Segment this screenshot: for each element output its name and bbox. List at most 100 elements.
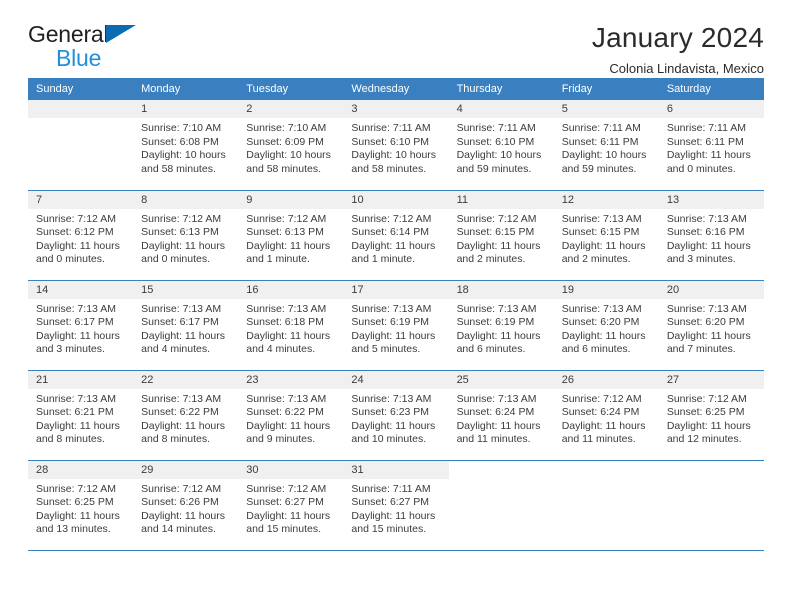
day-number: 10 [343,190,449,209]
day-number [553,460,659,479]
daylight-text-line2: and 58 minutes. [141,162,216,175]
day-cell[interactable]: 23 Sunrise: 7:13 AM Sunset: 6:22 PM Dayl… [238,370,344,461]
day-cell[interactable]: 8 Sunrise: 7:12 AM Sunset: 6:13 PM Dayli… [133,190,239,281]
day-cell[interactable]: 9 Sunrise: 7:12 AM Sunset: 6:13 PM Dayli… [238,190,344,281]
day-number: 25 [448,370,554,389]
daylight-text-line2: and 8 minutes. [141,433,211,446]
calendar-grid: Sunday Monday Tuesday Wednesday Thursday… [28,78,764,551]
daylight-text-line2: and 58 minutes. [246,162,321,175]
sunrise-text: Sunrise: 7:13 AM [351,302,432,315]
day-number: 8 [133,190,239,209]
day-cell[interactable]: 2 Sunrise: 7:10 AM Sunset: 6:09 PM Dayli… [238,100,344,191]
sunrise-text: Sunrise: 7:11 AM [561,122,641,134]
day-number: 4 [448,100,554,118]
sunset-text: Sunset: 6:16 PM [666,226,745,239]
sunrise-text: Sunrise: 7:13 AM [666,302,747,315]
day-cell[interactable]: 31 Sunrise: 7:11 AM Sunset: 6:27 PM Dayl… [343,460,449,551]
day-cell[interactable]: 15 Sunrise: 7:13 AM Sunset: 6:17 PM Dayl… [133,280,239,371]
daylight-text-line1: Daylight: 11 hours [351,239,436,252]
day-cell[interactable]: 12 Sunrise: 7:13 AM Sunset: 6:15 PM Dayl… [553,190,659,281]
sunrise-text: Sunrise: 7:10 AM [246,122,327,134]
sunrise-text: Sunrise: 7:12 AM [246,482,327,495]
day-details: Sunrise: 7:12 AM Sunset: 6:27 PM Dayligh… [238,479,343,537]
day-cell[interactable]: 13 Sunrise: 7:13 AM Sunset: 6:16 PM Dayl… [658,190,764,281]
day-details: Sunrise: 7:12 AM Sunset: 6:15 PM Dayligh… [449,209,554,267]
day-details: Sunrise: 7:13 AM Sunset: 6:23 PM Dayligh… [343,389,448,447]
day-cell[interactable]: 16 Sunrise: 7:13 AM Sunset: 6:18 PM Dayl… [238,280,344,371]
sunset-text: Sunset: 6:09 PM [246,135,324,148]
day-cell[interactable]: 19 Sunrise: 7:13 AM Sunset: 6:20 PM Dayl… [553,280,659,371]
day-cell[interactable]: 29 Sunrise: 7:12 AM Sunset: 6:26 PM Dayl… [133,460,239,551]
daylight-text-line2: and 2 minutes. [561,253,631,266]
general-blue-logo[interactable]: General Blue [28,21,137,70]
day-number: 1 [133,100,239,118]
sunrise-text: Sunrise: 7:12 AM [36,212,116,225]
daylight-text-line2: and 6 minutes. [561,343,631,356]
day-number: 23 [238,370,344,389]
day-cell[interactable]: 20 Sunrise: 7:13 AM Sunset: 6:20 PM Dayl… [658,280,764,371]
day-details: Sunrise: 7:12 AM Sunset: 6:24 PM Dayligh… [554,389,659,447]
day-cell[interactable]: 27 Sunrise: 7:12 AM Sunset: 6:25 PM Dayl… [658,370,764,461]
day-cell[interactable]: 11 Sunrise: 7:12 AM Sunset: 6:15 PM Dayl… [448,190,554,281]
day-number: 15 [133,280,239,299]
day-cell[interactable]: 18 Sunrise: 7:13 AM Sunset: 6:19 PM Dayl… [448,280,554,371]
daylight-text-line1: Daylight: 11 hours [561,419,646,432]
page-subtitle: Colonia Lindavista, Mexico [609,61,764,76]
sunrise-text: Sunrise: 7:12 AM [141,482,222,495]
sunset-text: Sunset: 6:14 PM [351,226,430,239]
sunset-text: Sunset: 6:12 PM [36,226,114,239]
day-cell[interactable]: 6 Sunrise: 7:11 AM Sunset: 6:11 PM Dayli… [658,100,764,191]
sunset-text: Sunset: 6:27 PM [246,496,324,509]
day-details: Sunrise: 7:13 AM Sunset: 6:21 PM Dayligh… [28,389,133,447]
day-cell[interactable]: 24 Sunrise: 7:13 AM Sunset: 6:23 PM Dayl… [343,370,449,461]
page-header: General Blue January 2024 Colonia Lindav… [28,0,764,78]
day-cell[interactable]: 14 Sunrise: 7:13 AM Sunset: 6:17 PM Dayl… [28,280,134,371]
day-cell[interactable]: 30 Sunrise: 7:12 AM Sunset: 6:27 PM Dayl… [238,460,344,551]
day-number: 19 [553,280,659,299]
daylight-text-line2: and 7 minutes. [666,343,736,356]
day-cell[interactable]: 26 Sunrise: 7:12 AM Sunset: 6:24 PM Dayl… [553,370,659,461]
day-number: 12 [553,190,659,209]
sunrise-text: Sunrise: 7:13 AM [456,302,537,315]
day-cell[interactable]: 1 Sunrise: 7:10 AM Sunset: 6:08 PM Dayli… [133,100,239,191]
logo-triangle-icon [106,25,137,43]
daylight-text-line1: Daylight: 11 hours [246,239,331,252]
day-cell[interactable] [28,100,134,191]
daylight-text-line1: Daylight: 11 hours [36,509,120,522]
day-details: Sunrise: 7:13 AM Sunset: 6:18 PM Dayligh… [238,299,343,357]
sunrise-text: Sunrise: 7:11 AM [666,122,747,134]
sunrise-text: Sunrise: 7:13 AM [246,302,327,315]
calendar-week-row: 14 Sunrise: 7:13 AM Sunset: 6:17 PM Dayl… [28,280,764,371]
day-cell[interactable] [448,460,554,551]
day-cell[interactable] [553,460,659,551]
day-cell[interactable] [658,460,764,551]
daylight-text-line1: Daylight: 11 hours [666,149,751,162]
day-cell[interactable]: 5 Sunrise: 7:11 AM Sunset: 6:11 PM Dayli… [553,100,659,191]
weekday-header-saturday: Saturday [658,78,764,100]
day-cell[interactable]: 25 Sunrise: 7:13 AM Sunset: 6:24 PM Dayl… [448,370,554,461]
day-cell[interactable]: 22 Sunrise: 7:13 AM Sunset: 6:22 PM Dayl… [133,370,239,461]
logo-text-general: General [28,21,109,47]
day-cell[interactable]: 21 Sunrise: 7:13 AM Sunset: 6:21 PM Dayl… [28,370,134,461]
day-cell[interactable]: 10 Sunrise: 7:12 AM Sunset: 6:14 PM Dayl… [343,190,449,281]
day-number: 22 [133,370,239,389]
daylight-text-line1: Daylight: 11 hours [36,239,120,252]
day-details: Sunrise: 7:11 AM Sunset: 6:27 PM Dayligh… [343,479,448,537]
day-cell[interactable]: 3 Sunrise: 7:11 AM Sunset: 6:10 PM Dayli… [343,100,449,191]
sunrise-text: Sunrise: 7:12 AM [456,212,537,225]
title-block: January 2024 Colonia Lindavista, Mexico [592,22,764,78]
day-details: Sunrise: 7:12 AM Sunset: 6:14 PM Dayligh… [343,209,448,267]
day-cell[interactable]: 28 Sunrise: 7:12 AM Sunset: 6:25 PM Dayl… [28,460,134,551]
daylight-text-line1: Daylight: 10 hours [561,149,647,162]
sunrise-text: Sunrise: 7:13 AM [246,392,327,405]
day-details: Sunrise: 7:12 AM Sunset: 6:13 PM Dayligh… [238,209,343,267]
day-number: 31 [343,460,449,479]
day-cell[interactable]: 17 Sunrise: 7:13 AM Sunset: 6:19 PM Dayl… [343,280,449,371]
day-details: Sunrise: 7:11 AM Sunset: 6:10 PM Dayligh… [449,118,554,176]
day-cell[interactable]: 4 Sunrise: 7:11 AM Sunset: 6:10 PM Dayli… [448,100,554,191]
sunrise-text: Sunrise: 7:12 AM [666,392,747,405]
daylight-text-line1: Daylight: 11 hours [246,509,331,522]
sunset-text: Sunset: 6:13 PM [246,226,324,239]
day-cell[interactable]: 7 Sunrise: 7:12 AM Sunset: 6:12 PM Dayli… [28,190,134,281]
sunrise-text: Sunrise: 7:10 AM [141,122,222,134]
